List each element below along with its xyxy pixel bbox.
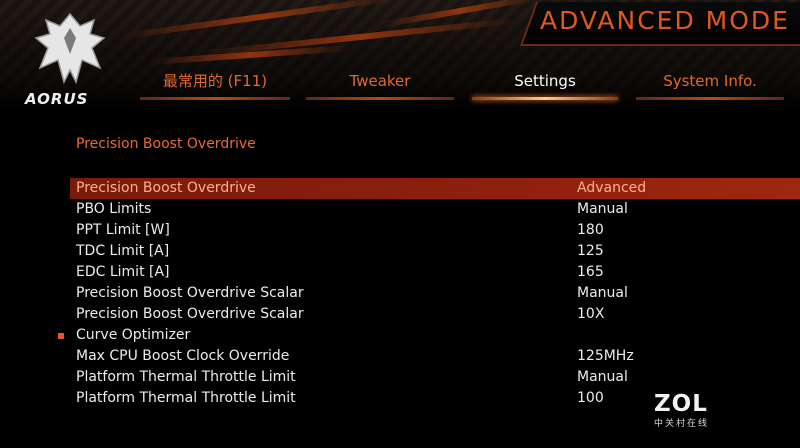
tab-label: Settings [514,72,576,90]
setting-label: Platform Thermal Throttle Limit [76,369,296,385]
setting-label: PBO Limits [76,201,152,217]
tab-underline-active [472,97,618,100]
setting-row-pbo-limits[interactable]: PBO Limits Manual [0,199,800,220]
tab-underline [306,97,454,100]
setting-label: PPT Limit [W] [76,222,170,238]
bios-header: ADVANCED MODE AORUS 最常用的 (F11) Tweaker S… [0,0,800,110]
tab-label: 最常用的 (F11) [162,72,268,90]
setting-label: Precision Boost Overdrive Scalar [76,306,304,322]
setting-row-edc-limit[interactable]: EDC Limit [A] 165 [0,262,800,283]
setting-row-pbo-scalar-mode[interactable]: Precision Boost Overdrive Scalar Manual [0,283,800,304]
setting-value[interactable]: 165 [577,262,604,283]
setting-label: Platform Thermal Throttle Limit [76,390,296,406]
setting-row-pbo-scalar-value[interactable]: Precision Boost Overdrive Scalar 10X [0,304,800,325]
setting-value[interactable]: Manual [577,199,628,220]
submenu-bullet-icon [58,333,64,339]
setting-value[interactable]: Advanced [577,178,646,199]
setting-value[interactable]: Manual [577,283,628,304]
setting-value[interactable]: 125 [577,241,604,262]
setting-label: Precision Boost Overdrive Scalar [76,285,304,301]
settings-list: Precision Boost Overdrive Advanced PBO L… [0,178,800,409]
brand-logo-text: AORUS [25,90,89,108]
tab-system-info[interactable]: System Info. [636,68,784,102]
setting-value[interactable]: Manual [577,367,628,388]
setting-label: Curve Optimizer [76,327,191,343]
tab-underline [636,97,784,100]
zol-watermark: ZOL 中关村在线 [654,392,709,429]
setting-label: EDC Limit [A] [76,264,170,280]
watermark-logo: ZOL [654,391,708,417]
mode-title: ADVANCED MODE [540,6,790,35]
submenu-curve-optimizer[interactable]: Curve Optimizer [0,325,800,346]
tab-settings[interactable]: Settings [472,68,618,102]
setting-label: Max CPU Boost Clock Override [76,348,290,364]
watermark-caption: 中关村在线 [654,419,710,429]
setting-label: Precision Boost Overdrive [76,180,256,196]
tab-label: Tweaker [349,72,411,90]
setting-value[interactable]: 125MHz [577,346,634,367]
tab-label: System Info. [663,72,757,90]
setting-row-ppt-limit[interactable]: PPT Limit [W] 180 [0,220,800,241]
setting-label: TDC Limit [A] [76,243,170,259]
tab-favorites[interactable]: 最常用的 (F11) [140,68,290,102]
main-tabs: 最常用的 (F11) Tweaker Settings System Info. [140,68,800,104]
section-title: Precision Boost Overdrive [76,136,256,152]
tab-underline [140,97,290,100]
setting-value[interactable]: 10X [577,304,604,325]
setting-value[interactable]: 100 [577,388,604,409]
setting-value[interactable]: 180 [577,220,604,241]
setting-row-max-boost-override[interactable]: Max CPU Boost Clock Override 125MHz [0,346,800,367]
tab-tweaker[interactable]: Tweaker [306,68,454,102]
setting-row-thermal-throttle-mode[interactable]: Platform Thermal Throttle Limit Manual [0,367,800,388]
setting-row-pbo[interactable]: Precision Boost Overdrive Advanced [70,178,800,199]
setting-row-tdc-limit[interactable]: TDC Limit [A] 125 [0,241,800,262]
